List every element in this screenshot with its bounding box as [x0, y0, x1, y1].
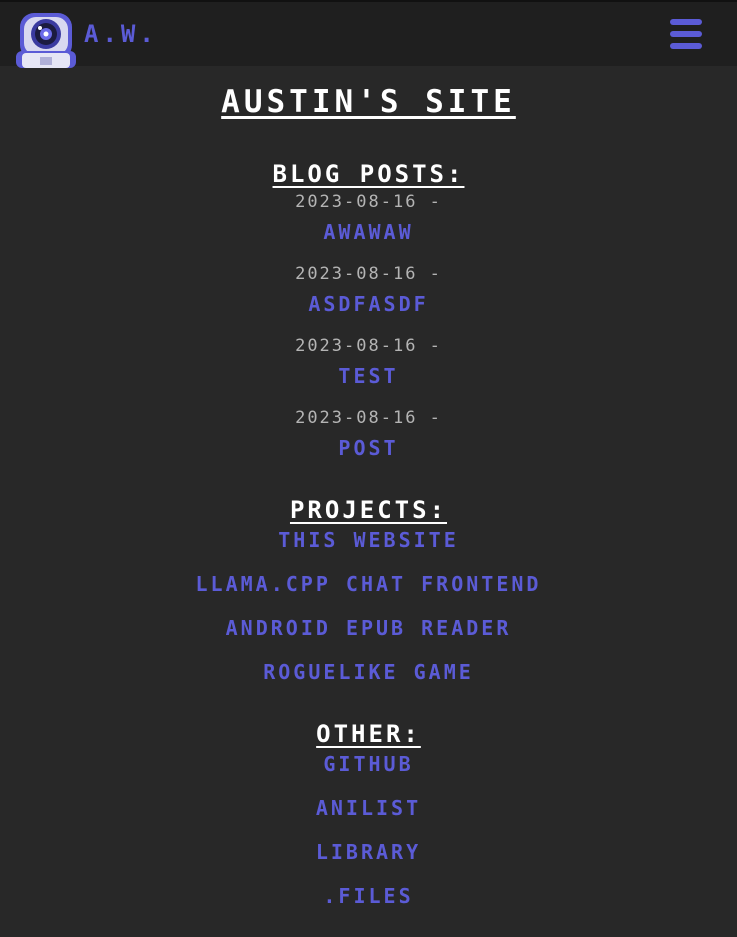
- project-link[interactable]: LLAMA.CPP CHAT FRONTEND: [0, 572, 737, 596]
- post-link[interactable]: TEST: [0, 364, 737, 388]
- project-link[interactable]: ANDROID EPUB READER: [0, 616, 737, 640]
- other-heading: OTHER:: [316, 720, 421, 748]
- post-link[interactable]: AWAWAW: [0, 220, 737, 244]
- other-link-library[interactable]: LIBRARY: [0, 840, 737, 864]
- post-date: 2023-08-16 -: [295, 264, 442, 284]
- post-date: 2023-08-16 -: [295, 192, 442, 212]
- astronaut-logo-icon[interactable]: [14, 11, 78, 68]
- hamburger-menu-icon[interactable]: [668, 17, 704, 53]
- post-link[interactable]: POST: [0, 436, 737, 460]
- top-navbar: A.W.: [0, 0, 737, 68]
- project-link[interactable]: THIS WEBSITE: [0, 528, 737, 552]
- page-title: AUSTIN'S SITE: [221, 84, 516, 120]
- post-date: 2023-08-16 -: [295, 408, 442, 428]
- post-link[interactable]: ASDFASDF: [0, 292, 737, 316]
- brand-name[interactable]: A.W.: [84, 20, 158, 48]
- blog-posts-heading: BLOG POSTS:: [272, 160, 465, 188]
- other-link-files[interactable]: .FILES: [0, 884, 737, 908]
- post-date: 2023-08-16 -: [295, 336, 442, 356]
- other-link-github[interactable]: GITHUB: [0, 752, 737, 776]
- other-link-anilist[interactable]: ANILIST: [0, 796, 737, 820]
- projects-heading: PROJECTS:: [289, 496, 448, 524]
- project-link[interactable]: ROGUELIKE GAME: [0, 660, 737, 684]
